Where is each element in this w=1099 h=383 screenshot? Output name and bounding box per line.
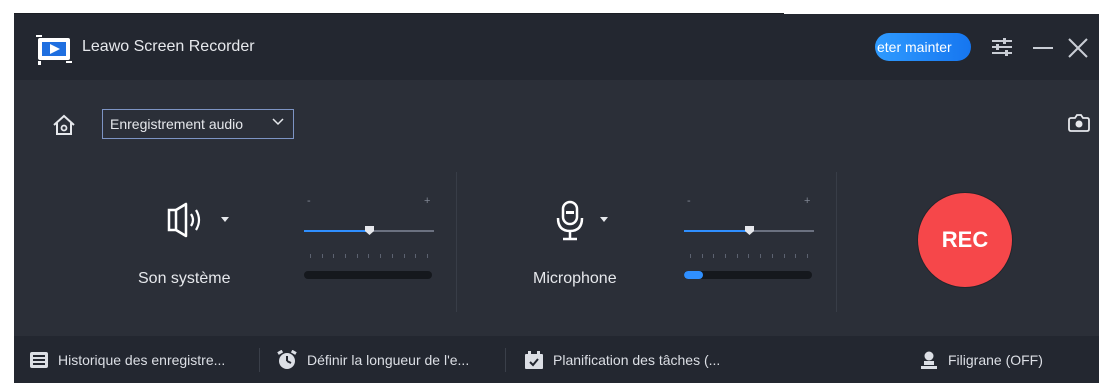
system-source-caret[interactable]	[221, 217, 229, 222]
volume-minus-label: -	[307, 195, 311, 207]
volume-minus-label: -	[687, 195, 691, 207]
microphone-volume-slider[interactable]	[684, 224, 814, 238]
system-sound-label: Son système	[138, 270, 231, 287]
app-title: Leawo Screen Recorder	[82, 38, 255, 55]
watermark-label: Filigrane (OFF)	[948, 351, 1043, 368]
camera-icon[interactable]	[1068, 114, 1090, 132]
minimize-icon[interactable]	[1033, 38, 1053, 56]
close-icon[interactable]	[1068, 38, 1088, 58]
set-recording-length-button[interactable]: Définir la longueur de l'e...	[277, 336, 469, 383]
system-level-meter	[304, 271, 432, 279]
volume-ticks	[310, 254, 428, 258]
volume-ticks	[690, 254, 808, 258]
record-button[interactable]: REC	[918, 193, 1012, 287]
user-icon	[921, 351, 937, 369]
timer-icon	[277, 349, 297, 369]
microphone-source-caret[interactable]	[600, 217, 608, 222]
mode-dropdown-value: Enregistrement audio	[110, 116, 244, 132]
recording-history-button[interactable]: Historique des enregistre...	[30, 336, 225, 383]
divider	[456, 172, 457, 312]
calendar-icon	[525, 350, 543, 369]
microphone-label: Microphone	[533, 270, 617, 287]
footer-separator	[259, 348, 260, 372]
divider	[836, 172, 837, 312]
history-list-icon	[30, 351, 48, 368]
mode-dropdown[interactable]: Enregistrement audio	[102, 109, 294, 139]
task-scheduler-label: Planification des tâches (...	[553, 351, 721, 368]
microphone-icon[interactable]	[556, 200, 584, 242]
home-icon[interactable]	[52, 114, 76, 136]
chevron-down-icon	[272, 118, 284, 126]
volume-plus-label: +	[804, 195, 811, 207]
microphone-level-meter	[684, 271, 812, 279]
watermark-button[interactable]: Filigrane (OFF)	[920, 336, 1043, 383]
slider-thumb[interactable]	[364, 225, 375, 236]
level-fill	[684, 271, 704, 279]
speaker-icon[interactable]	[166, 202, 212, 238]
system-volume-slider[interactable]	[304, 224, 434, 238]
volume-plus-label: +	[424, 195, 431, 207]
app-window: Leawo Screen Recorder eter mainter Enreg…	[14, 14, 1099, 383]
app-logo-icon	[36, 35, 72, 65]
upgrade-button[interactable]: eter mainter	[875, 33, 971, 61]
top-strip	[0, 0, 1099, 14]
title-bar[interactable]: Leawo Screen Recorder eter mainter	[14, 14, 1099, 80]
footer-separator	[505, 348, 506, 372]
task-scheduler-button[interactable]: Planification des tâches (...	[525, 336, 720, 383]
slider-fill	[304, 230, 369, 232]
recording-history-label: Historique des enregistre...	[58, 351, 226, 368]
settings-icon[interactable]	[991, 38, 1013, 56]
slider-thumb[interactable]	[744, 225, 755, 236]
footer-bar: Historique des enregistre... Définir la …	[14, 336, 1099, 383]
slider-fill	[684, 230, 749, 232]
set-recording-length-label: Définir la longueur de l'e...	[307, 351, 470, 368]
